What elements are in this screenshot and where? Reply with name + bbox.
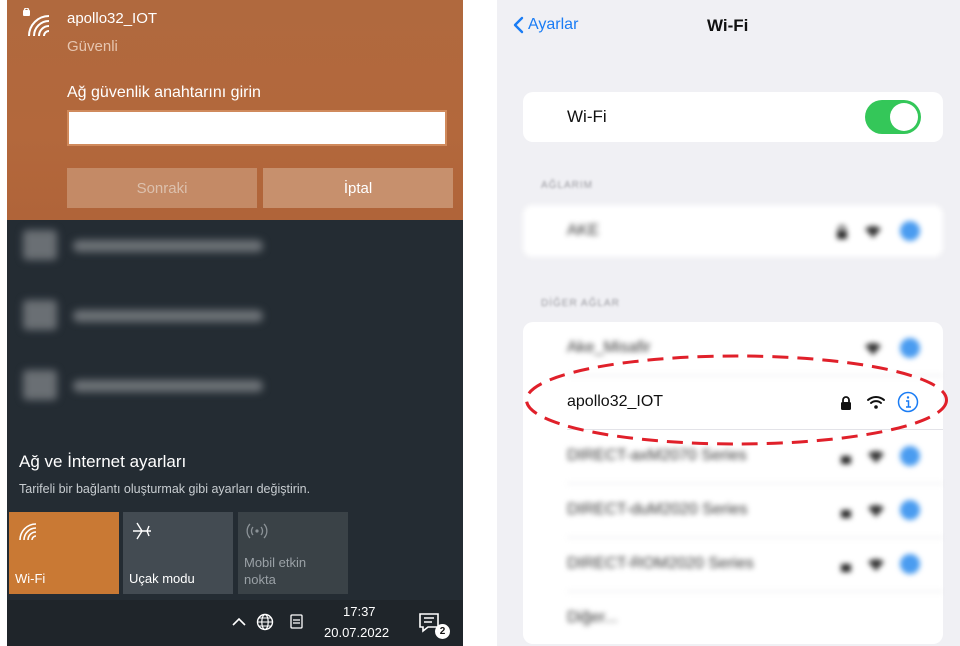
network-settings-link[interactable]: Ağ ve İnternet ayarları [19, 452, 186, 472]
lock-icon [837, 225, 847, 239]
globe-icon[interactable] [255, 612, 275, 632]
wifi-signal-icon [868, 504, 884, 517]
info-icon[interactable] [897, 391, 919, 413]
chevron-left-icon [513, 16, 524, 34]
wifi-quick-tile[interactable]: Wi-Fi [9, 512, 119, 594]
wifi-secure-icon [23, 8, 50, 37]
network-name: apollo32_IOT [567, 393, 664, 410]
back-label: Ayarlar [528, 16, 579, 33]
blurred-network-row[interactable] [23, 226, 263, 266]
network-name: DIRECT-duM2020 Series [567, 501, 748, 518]
tile-label: Mobil etkin nokta [244, 555, 307, 587]
cancel-button[interactable]: İptal [263, 168, 453, 208]
mobile-hotspot-tile[interactable]: Mobil etkin nokta [238, 512, 348, 594]
lock-icon [841, 456, 851, 464]
my-networks-list: AKE [523, 205, 943, 257]
tile-label: Wi-Fi [15, 571, 46, 586]
network-name: Diğer... [567, 609, 618, 626]
clock-time[interactable]: 17:37 [343, 604, 376, 619]
info-icon[interactable] [899, 553, 921, 575]
wifi-toggle[interactable] [865, 100, 921, 134]
network-name: DIRECT-ROM2020 Series [567, 555, 754, 572]
chevron-up-icon[interactable] [229, 612, 249, 632]
next-button[interactable]: Sonraki [67, 168, 257, 208]
clock-date[interactable]: 20.07.2022 [324, 625, 389, 640]
selected-network-panel: apollo32_IOT Güvenli Ağ güvenlik anahtar… [7, 0, 463, 220]
network-settings-description: Tarifeli bir bağlantı oluşturmak gibi ay… [19, 482, 311, 496]
info-icon[interactable] [899, 337, 921, 359]
taskbar: 17:37 20.07.2022 2 [7, 600, 463, 646]
network-row[interactable]: DIRECT-ROM2020 Series [523, 538, 943, 592]
wifi-signal-icon [867, 396, 885, 409]
input-indicator-icon[interactable] [287, 612, 307, 632]
wifi-signal-icon [865, 342, 881, 355]
other-networks-list: Ake_Misafir apollo32_IOT DIRECT-axM2070 … [523, 322, 943, 644]
wifi-label: Wi-Fi [567, 107, 607, 126]
security-key-input[interactable] [67, 110, 447, 146]
network-name: Ake_Misafir [567, 339, 651, 356]
blurred-network-row[interactable] [23, 296, 263, 336]
security-key-label: Ağ güvenlik anahtarını girin [67, 84, 261, 101]
network-name: apollo32_IOT [67, 10, 158, 27]
ios-wifi-settings: Ayarlar Wi-Fi Wi-Fi AĞLARIM AKE DİĞER AĞ… [497, 0, 960, 646]
wifi-signal-icon [868, 558, 884, 571]
wifi-signal-icon [868, 450, 884, 463]
wifi-toggle-row: Wi-Fi [523, 92, 943, 142]
my-networks-header: AĞLARIM [541, 180, 594, 191]
network-row[interactable]: DIRECT-duM2020 Series [523, 484, 943, 538]
network-name: AKE [567, 222, 600, 239]
lock-icon [841, 564, 851, 572]
blurred-network-row[interactable] [23, 366, 263, 406]
network-row[interactable]: DIRECT-axM2070 Series [523, 430, 943, 484]
back-button[interactable]: Ayarlar [513, 16, 578, 34]
lock-icon [841, 396, 851, 410]
page-title: Wi-Fi [707, 16, 749, 35]
network-row-apollo32[interactable]: apollo32_IOT [523, 376, 943, 430]
tile-label: Uçak modu [129, 571, 195, 586]
notification-count-badge: 2 [435, 624, 450, 639]
network-name: DIRECT-axM2070 Series [567, 447, 747, 464]
lock-icon [841, 510, 851, 518]
airplane-icon [133, 522, 151, 540]
network-row[interactable]: Ake_Misafir [523, 322, 943, 376]
info-icon[interactable] [899, 499, 921, 521]
network-status: Güvenli [67, 38, 118, 55]
network-row[interactable]: AKE [523, 205, 943, 259]
other-network-row[interactable]: Diğer... [523, 592, 943, 646]
other-networks-header: DİĞER AĞLAR [541, 298, 620, 309]
info-icon[interactable] [899, 445, 921, 467]
info-icon[interactable] [899, 220, 921, 242]
wifi-icon [19, 523, 37, 541]
airplane-mode-tile[interactable]: Uçak modu [123, 512, 233, 594]
wifi-signal-icon [865, 225, 881, 238]
windows-network-flyout: apollo32_IOT Güvenli Ağ güvenlik anahtar… [7, 0, 463, 646]
hotspot-icon [246, 523, 268, 539]
